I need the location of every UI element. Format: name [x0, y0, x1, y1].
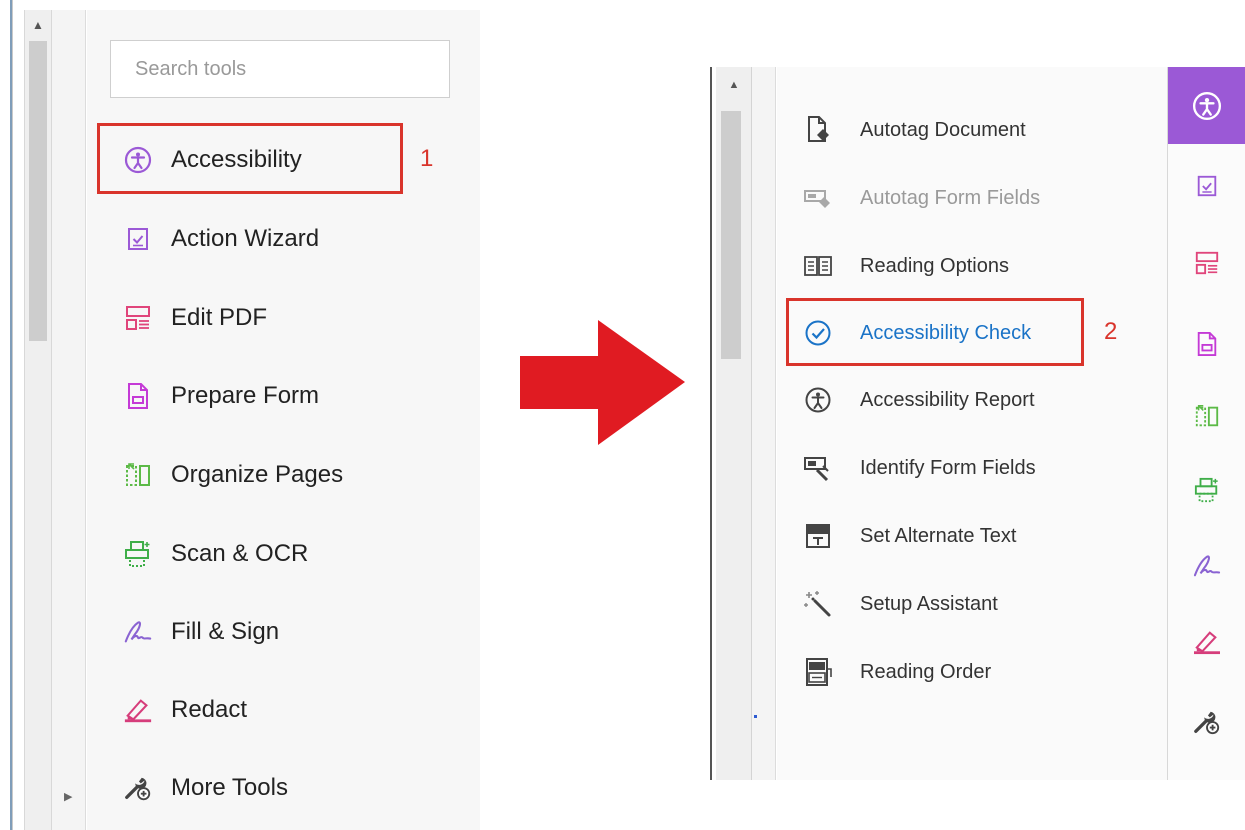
identify-form-fields-icon: [803, 453, 833, 483]
redact-icon: [123, 695, 153, 725]
prepare-form-icon: [1197, 332, 1217, 356]
pane-divider: [752, 67, 776, 780]
tool-label: Action Wizard: [171, 225, 320, 252]
autotag-document-icon: [803, 115, 833, 145]
tool-label: Redact: [171, 696, 248, 723]
item-label: Set Alternate Text: [860, 524, 1017, 547]
accessibility-tools-list: Autotag Document Autotag Form Fields Rea…: [777, 67, 1168, 780]
tool-edit-pdf[interactable]: Edit PDF: [123, 298, 267, 338]
action-wizard-icon: [123, 224, 153, 254]
organize-pages-icon: [123, 460, 153, 490]
rail-more-tools-button[interactable]: [1192, 707, 1222, 737]
rail-fill-sign-button[interactable]: [1192, 551, 1222, 581]
autotag-form-fields-icon: [803, 183, 833, 213]
item-label: Setup Assistant: [860, 592, 998, 615]
tool-redact[interactable]: Redact: [123, 690, 247, 730]
reading-order-icon: [803, 657, 833, 687]
scroll-up-icon[interactable]: ▲: [716, 79, 752, 91]
search-tools-input[interactable]: Search tools: [110, 40, 450, 98]
alternate-text-icon: [803, 521, 833, 551]
item-label: Identify Form Fields: [860, 456, 1036, 479]
more-tools-icon: [123, 773, 153, 803]
action-wizard-icon: [1197, 175, 1217, 197]
accessibility-report-icon: [803, 385, 833, 415]
window-edge: [0, 0, 13, 830]
tool-label: Scan & OCR: [171, 540, 309, 567]
edit-pdf-icon: [123, 303, 153, 333]
item-autotag-document[interactable]: Autotag Document: [803, 112, 1026, 148]
highlight-box-step-2: [786, 298, 1084, 366]
tool-action-wizard[interactable]: Action Wizard: [123, 219, 319, 259]
item-reading-order[interactable]: Reading Order: [803, 654, 991, 690]
tool-label: Fill & Sign: [171, 618, 280, 645]
scrollbar[interactable]: ▲: [716, 67, 752, 780]
item-label: Reading Options: [860, 254, 1009, 277]
tool-label: Organize Pages: [171, 461, 344, 488]
item-label: Autotag Document: [860, 118, 1026, 141]
item-label: Autotag Form Fields: [860, 186, 1041, 209]
redact-icon: [1194, 631, 1220, 655]
arrow-right-icon: [520, 320, 685, 445]
tools-icon-rail: [1168, 67, 1245, 780]
accessibility-icon: [1192, 91, 1221, 120]
item-accessibility-report[interactable]: Accessibility Report: [803, 382, 1035, 418]
expand-pane-icon[interactable]: ▶: [64, 790, 72, 803]
pane-divider: ▶: [52, 10, 86, 830]
tool-label: Edit PDF: [171, 304, 268, 331]
tool-fill-sign[interactable]: Fill & Sign: [123, 612, 279, 652]
step-number-1: 1: [420, 145, 434, 172]
rail-redact-button[interactable]: [1192, 627, 1222, 657]
rail-scan-ocr-button[interactable]: [1192, 475, 1222, 505]
tool-scan-ocr[interactable]: Scan & OCR: [123, 534, 308, 574]
item-setup-assistant[interactable]: Setup Assistant: [803, 586, 998, 622]
scrollbar-thumb[interactable]: [721, 111, 741, 359]
fill-sign-icon: [1193, 555, 1221, 577]
item-label: Accessibility Report: [860, 388, 1035, 411]
edit-pdf-icon: [1195, 251, 1219, 275]
rail-accessibility-button[interactable]: [1168, 67, 1245, 144]
magic-wand-icon: [803, 589, 833, 619]
scan-ocr-icon: [123, 539, 153, 569]
item-identify-form-fields[interactable]: Identify Form Fields: [803, 450, 1036, 486]
item-autotag-form-fields[interactable]: Autotag Form Fields: [803, 180, 1040, 216]
scrollbar[interactable]: ▲: [24, 10, 52, 830]
more-tools-icon: [1194, 711, 1220, 735]
rail-action-wizard-button[interactable]: [1192, 171, 1222, 201]
scrollbar-thumb[interactable]: [29, 41, 47, 341]
tool-label: More Tools: [171, 774, 288, 801]
organize-pages-icon: [1195, 405, 1219, 427]
tool-more-tools[interactable]: More Tools: [123, 768, 288, 808]
accessibility-panel-right: ▲ Autotag Document Autotag Form Fields R…: [710, 67, 1245, 780]
scroll-up-icon[interactable]: ▲: [25, 10, 51, 38]
tool-label: Prepare Form: [171, 382, 320, 409]
reading-options-icon: [803, 251, 833, 281]
prepare-form-icon: [123, 381, 153, 411]
step-number-2: 2: [1104, 318, 1118, 345]
rail-edit-pdf-button[interactable]: [1192, 248, 1222, 278]
scan-ocr-icon: [1194, 477, 1218, 503]
item-set-alternate-text[interactable]: Set Alternate Text: [803, 518, 1016, 554]
rail-prepare-form-button[interactable]: [1192, 329, 1222, 359]
tool-prepare-form[interactable]: Prepare Form: [123, 376, 319, 416]
item-reading-options[interactable]: Reading Options: [803, 248, 1009, 284]
tool-organize-pages[interactable]: Organize Pages: [123, 455, 343, 495]
item-label: Reading Order: [860, 660, 992, 683]
highlight-box-step-1: [97, 123, 403, 194]
rail-organize-pages-button[interactable]: [1192, 401, 1222, 431]
fill-sign-icon: [123, 617, 153, 647]
